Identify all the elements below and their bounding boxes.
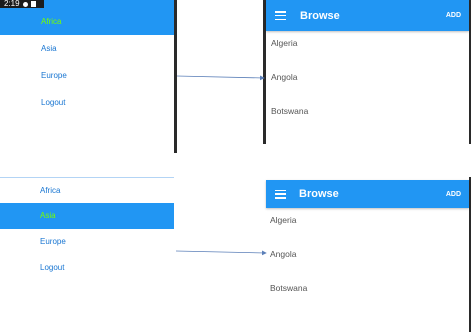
drawer-item-label: Africa — [41, 17, 62, 26]
country-item-angola[interactable]: Angola — [270, 249, 296, 259]
battery-status-icon — [30, 1, 36, 7]
drawer-item-asia[interactable]: Asia — [0, 35, 174, 62]
status-bar: 2:19 — [0, 0, 44, 8]
screen-right-divider — [469, 177, 471, 332]
drawer-item-label: Europe — [41, 71, 67, 80]
country-item-algeria[interactable]: Algeria — [271, 38, 297, 48]
country-item-algeria[interactable]: Algeria — [270, 215, 296, 225]
arrow-bottom — [175, 250, 267, 256]
add-button[interactable]: ADD — [446, 191, 461, 198]
app-bar-title: Browse — [299, 188, 339, 200]
country-item-angola[interactable]: Angola — [271, 72, 297, 82]
drawer-item-label: Asia — [40, 211, 56, 220]
drawer-item-europe[interactable]: Europe — [0, 229, 174, 255]
country-item-botswana[interactable]: Botswana — [270, 283, 307, 293]
settings-status-icon — [22, 1, 28, 7]
drawer-item-africa[interactable]: Africa — [0, 178, 174, 203]
drawer-item-logout[interactable]: Logout — [0, 89, 174, 116]
app-bar: Browse ADD — [266, 180, 469, 208]
status-time: 2:19 — [4, 0, 20, 8]
arrow-top — [176, 75, 265, 81]
screen-right-divider — [469, 0, 471, 144]
drawer-item-logout[interactable]: Logout — [0, 255, 174, 281]
drawer-item-label: Logout — [40, 263, 65, 272]
drawer-item-africa[interactable]: Africa — [0, 8, 174, 35]
add-button[interactable]: ADD — [446, 12, 461, 19]
country-item-botswana[interactable]: Botswana — [271, 106, 308, 116]
drawer-edge-divider — [174, 0, 177, 153]
drawer-item-europe[interactable]: Europe — [0, 62, 174, 89]
menu-icon[interactable] — [275, 189, 286, 199]
menu-icon[interactable] — [275, 11, 286, 20]
drawer-item-label: Africa — [40, 186, 61, 195]
app-bar: Browse ADD — [266, 0, 469, 31]
drawer-item-label: Europe — [40, 237, 66, 246]
drawer-item-label: Asia — [41, 44, 57, 53]
drawer-item-label: Logout — [41, 98, 66, 107]
app-bar-title: Browse — [300, 9, 340, 22]
drawer-item-asia[interactable]: Asia — [0, 203, 174, 229]
